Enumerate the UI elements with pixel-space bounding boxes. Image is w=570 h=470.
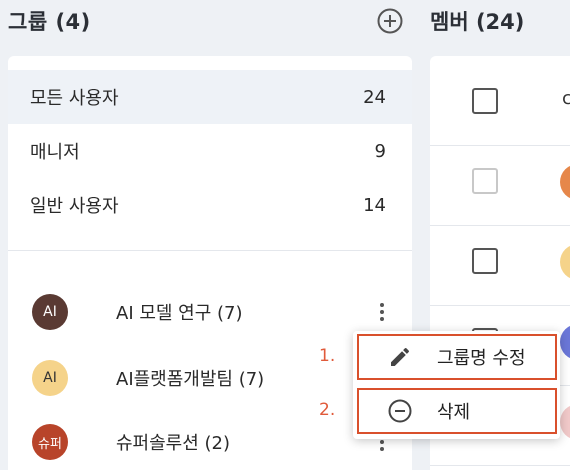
filter-managers[interactable]: 매니저 9 bbox=[8, 124, 412, 178]
plus-circle-icon bbox=[377, 8, 403, 34]
group-name: AI 모델 연구 (7) bbox=[116, 303, 243, 324]
add-group-button[interactable] bbox=[375, 6, 405, 36]
member-name: c bbox=[562, 88, 570, 109]
avatar: AI bbox=[32, 360, 68, 396]
filter-label: 매니저 bbox=[30, 142, 80, 163]
avatar bbox=[560, 244, 570, 280]
group-context-menu: 그룹명 수정 삭제 bbox=[353, 331, 560, 439]
divider bbox=[8, 250, 412, 251]
groups-title: 그룹 (4) bbox=[8, 10, 91, 34]
filter-count: 14 bbox=[363, 194, 386, 216]
more-options-button[interactable] bbox=[372, 297, 392, 327]
avatar: AI bbox=[32, 294, 68, 330]
filter-all-users[interactable]: 모든 사용자 24 bbox=[8, 70, 412, 124]
rename-group-menu-item[interactable]: 그룹명 수정 bbox=[357, 334, 557, 380]
avatar: 슈퍼 bbox=[32, 424, 68, 460]
group-row-super-solution[interactable]: 슈퍼 슈퍼솔루션 (2) bbox=[8, 417, 412, 467]
group-row-ai-platform[interactable]: AI AI플랫폼개발팀 (7) bbox=[8, 353, 412, 403]
step-number: 2. bbox=[319, 400, 336, 420]
filter-label: 일반 사용자 bbox=[30, 196, 119, 217]
group-name: 슈퍼솔루션 (2) bbox=[116, 433, 231, 454]
member-row[interactable] bbox=[430, 226, 570, 306]
avatar bbox=[560, 404, 570, 440]
member-row[interactable]: c bbox=[430, 56, 570, 146]
filter-general-users[interactable]: 일반 사용자 14 bbox=[8, 178, 412, 232]
pencil-icon bbox=[387, 344, 413, 370]
avatar bbox=[560, 324, 570, 360]
delete-group-menu-item[interactable]: 삭제 bbox=[357, 388, 557, 434]
member-checkbox[interactable] bbox=[472, 88, 498, 114]
group-name: AI플랫폼개발팀 (7) bbox=[116, 369, 265, 390]
step-number: 1. bbox=[319, 346, 336, 366]
member-row[interactable] bbox=[430, 146, 570, 226]
members-title: 멤버 (24) bbox=[430, 10, 525, 34]
group-row-ai-model[interactable]: AI AI 모델 연구 (7) bbox=[8, 287, 412, 337]
member-checkbox[interactable] bbox=[472, 248, 498, 274]
menu-item-label: 삭제 bbox=[437, 402, 471, 423]
avatar bbox=[560, 164, 570, 200]
filter-count: 24 bbox=[363, 86, 386, 108]
filter-label: 모든 사용자 bbox=[30, 88, 119, 109]
minus-circle-icon bbox=[387, 398, 413, 424]
filter-count: 9 bbox=[374, 140, 386, 162]
groups-panel: 모든 사용자 24 매니저 9 일반 사용자 14 AI AI 모델 연구 (7… bbox=[8, 56, 412, 470]
member-checkbox[interactable] bbox=[472, 168, 498, 194]
menu-item-label: 그룹명 수정 bbox=[437, 348, 526, 369]
